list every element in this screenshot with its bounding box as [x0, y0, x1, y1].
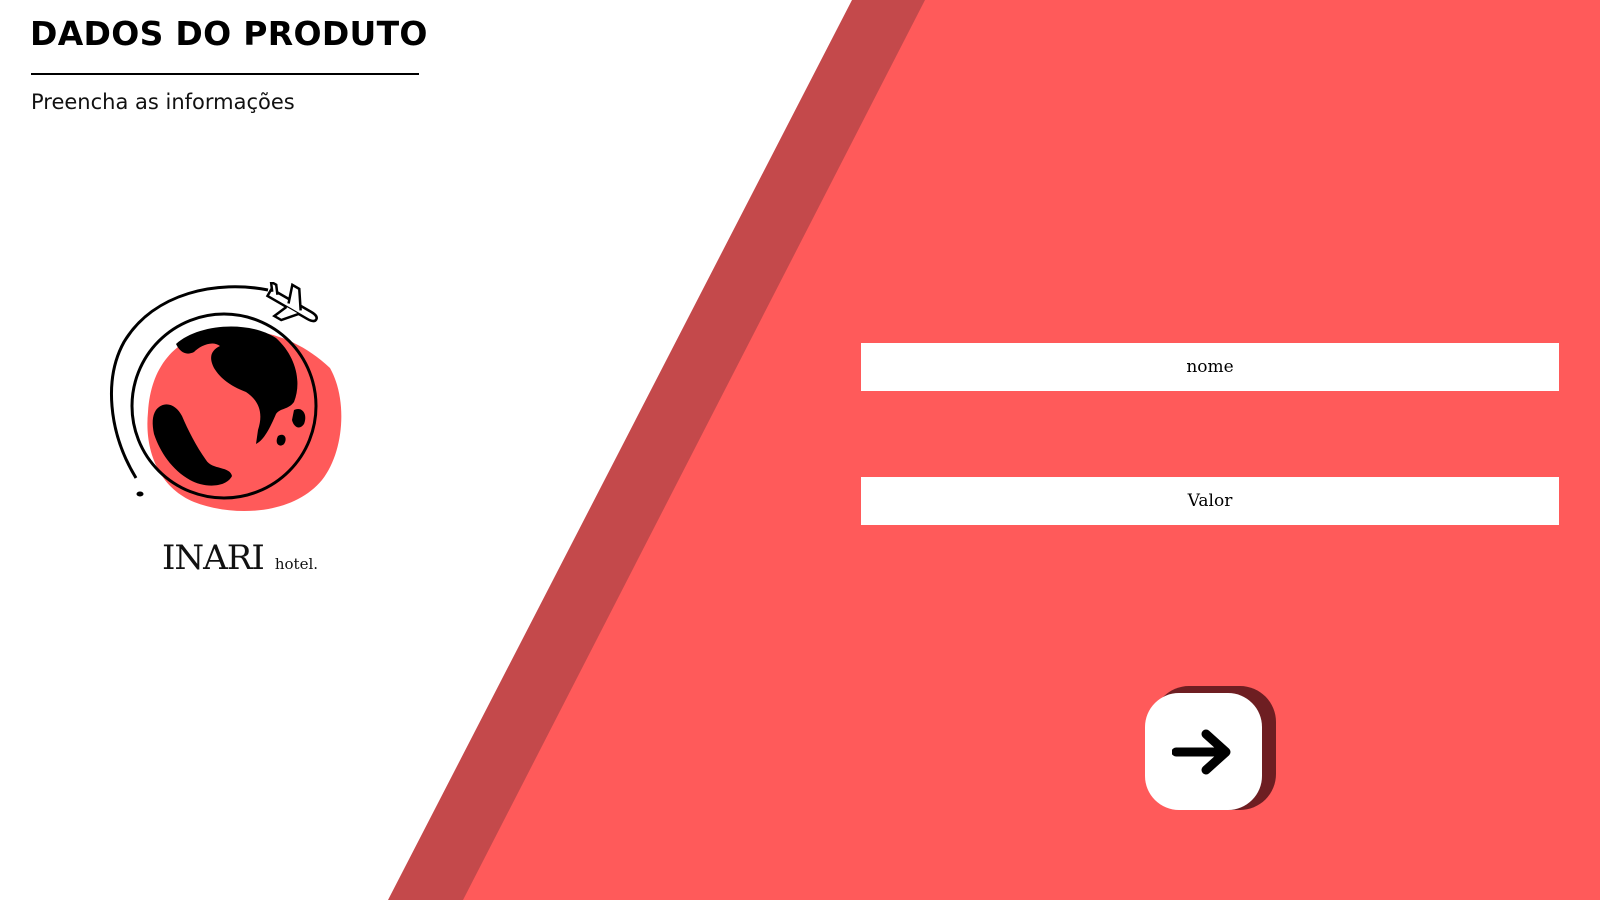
brand-name: INARI: [162, 538, 265, 578]
brand-suffix: hotel.: [274, 555, 319, 573]
title-divider: [31, 73, 419, 75]
brand-logotype: INARI hotel.: [162, 538, 318, 578]
next-button-face[interactable]: [1145, 693, 1262, 810]
globe-airplane-icon: [108, 282, 348, 512]
arrow-right-icon: [1171, 729, 1230, 774]
page-title: DADOS DO PRODUTO: [30, 14, 428, 53]
nome-input[interactable]: [861, 343, 1559, 391]
valor-input[interactable]: [861, 477, 1559, 525]
page-subtitle: Preencha as informações: [31, 90, 295, 114]
next-button[interactable]: [1145, 686, 1276, 811]
